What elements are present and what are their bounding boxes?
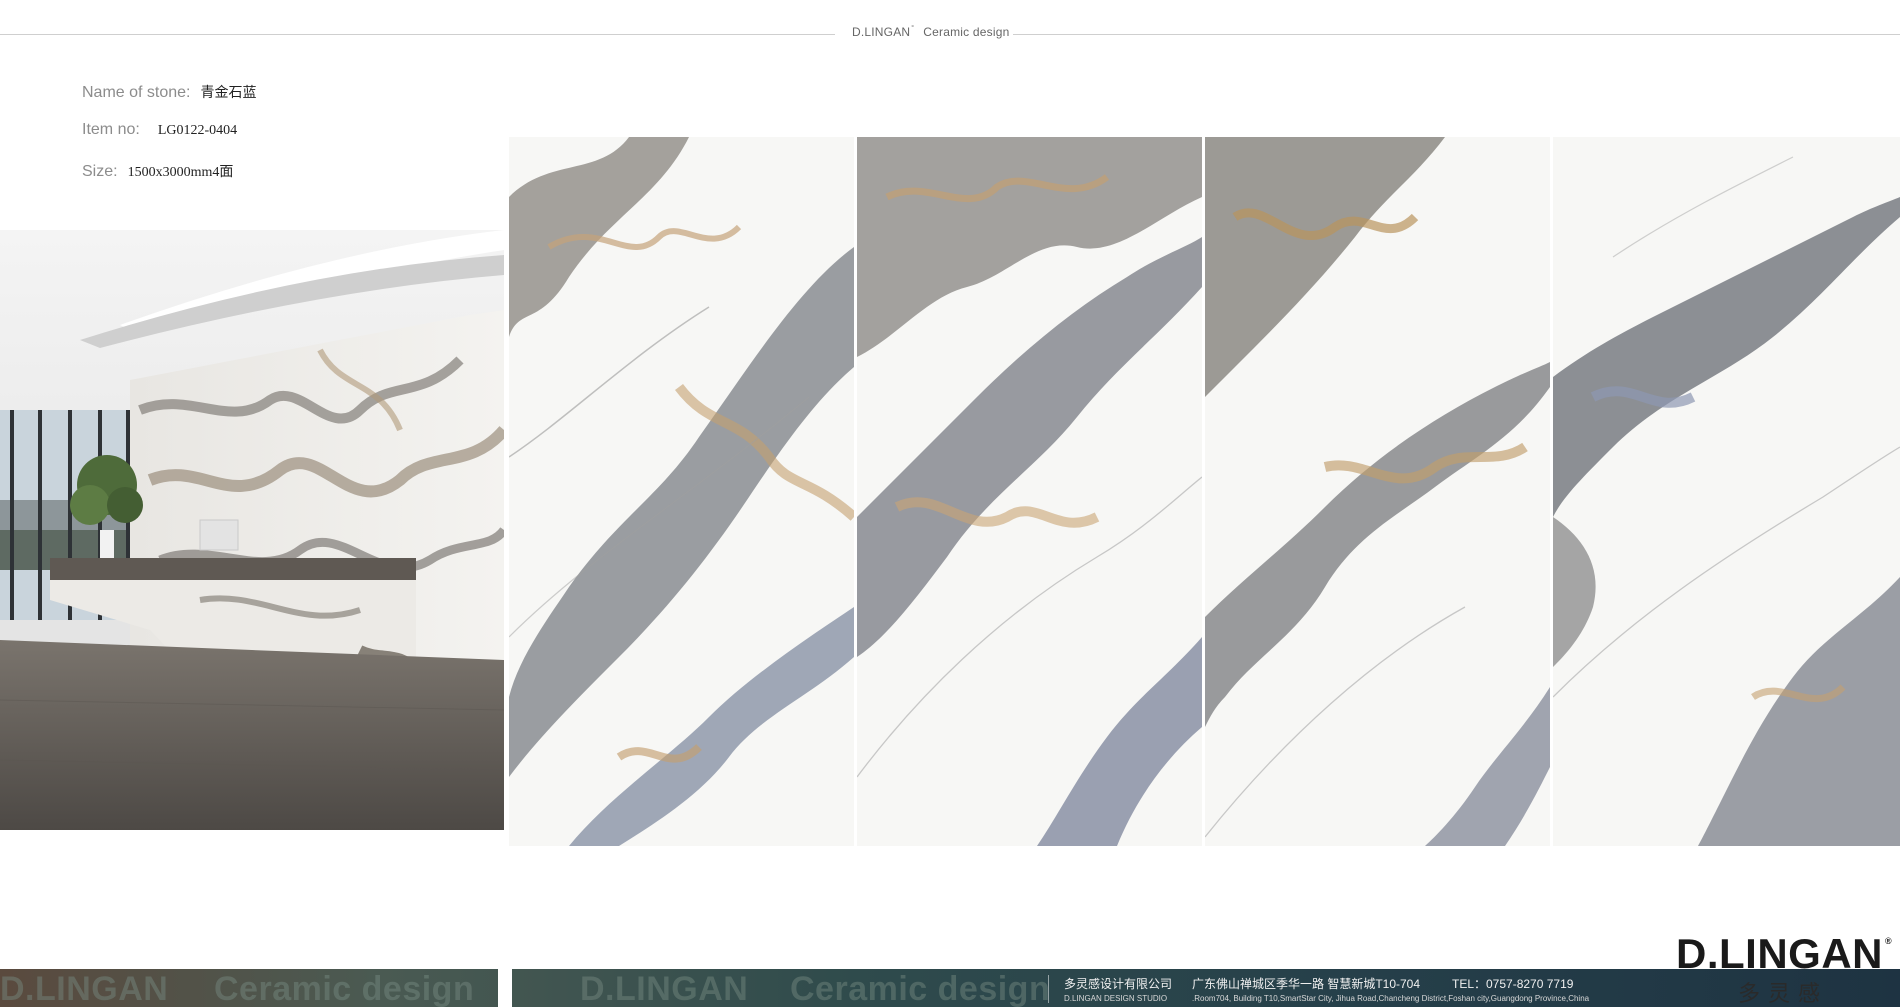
slab-panels xyxy=(509,137,1900,846)
spec-stone-name-value: 青金石蓝 xyxy=(200,86,257,101)
header-brand-subtitle: Ceramic design xyxy=(923,25,1010,39)
footer-watermark-brand-1: D.LINGAN xyxy=(0,970,169,1007)
slab-3-veining xyxy=(1205,137,1550,846)
slab-panel-4 xyxy=(1553,137,1900,846)
reception-scene-illustration xyxy=(0,230,504,830)
slab-panel-1 xyxy=(509,137,854,846)
header-brand: D.LINGAN° Ceramic design xyxy=(852,25,1009,39)
brand-logo-cn: 多灵感 xyxy=(1738,981,1829,1006)
slab-panel-2 xyxy=(857,137,1202,846)
spec-stone-name-label: Name of stone: xyxy=(82,84,191,101)
slab-2-veining xyxy=(857,137,1202,846)
footer-bar: D.LINGAN Ceramic design D.LINGAN Ceramic… xyxy=(0,969,1900,1007)
footer-address-en: .Room704, Building T10,SmartStar City, J… xyxy=(1192,994,1590,1003)
header-rule-right xyxy=(1013,34,1900,35)
slab-4-veining xyxy=(1553,137,1900,846)
slab-panel-3 xyxy=(1205,137,1550,846)
spec-item-no-value: LG0122-0404 xyxy=(157,123,238,138)
footer-watermark-brand-2: D.LINGAN xyxy=(580,970,749,1007)
spec-size: Size: 1500x3000mm4面 xyxy=(82,161,233,181)
spec-size-value: 1500x3000mm4面 xyxy=(127,165,234,180)
footer-separator xyxy=(1048,975,1049,1003)
header-brand-mark: ° xyxy=(911,25,915,32)
footer-watermark-subtitle-1: Ceramic design xyxy=(214,970,475,1007)
footer-divider xyxy=(498,969,512,1007)
slab-1-veining xyxy=(509,137,854,846)
footer-watermark-subtitle-2: Ceramic design xyxy=(790,970,1051,1007)
interior-render-image xyxy=(0,230,504,830)
spec-size-label: Size: xyxy=(82,163,118,180)
footer-company-cn: 多灵感设计有限公司 xyxy=(1064,977,1173,991)
spec-item-no-label: Item no: xyxy=(82,121,140,138)
brand-logo-text: D.LINGAN xyxy=(1676,930,1883,977)
footer-tel: TEL：0757-8270 7719 xyxy=(1452,977,1574,991)
header-rule-left xyxy=(0,34,835,35)
spec-item-no: Item no: LG0122-0404 xyxy=(82,121,237,139)
brand-logo: D.LINGAN ® xyxy=(1676,930,1892,978)
spec-stone-name: Name of stone: 青金石蓝 xyxy=(82,82,257,102)
footer-address-cn: 广东佛山禅城区季华一路 智慧新城T10-704 xyxy=(1192,977,1421,991)
brand-logo-registered: ® xyxy=(1885,936,1893,946)
footer-company-en: D.LINGAN DESIGN STUDIO xyxy=(1064,994,1168,1003)
header-brand-name: D.LINGAN xyxy=(852,25,911,39)
